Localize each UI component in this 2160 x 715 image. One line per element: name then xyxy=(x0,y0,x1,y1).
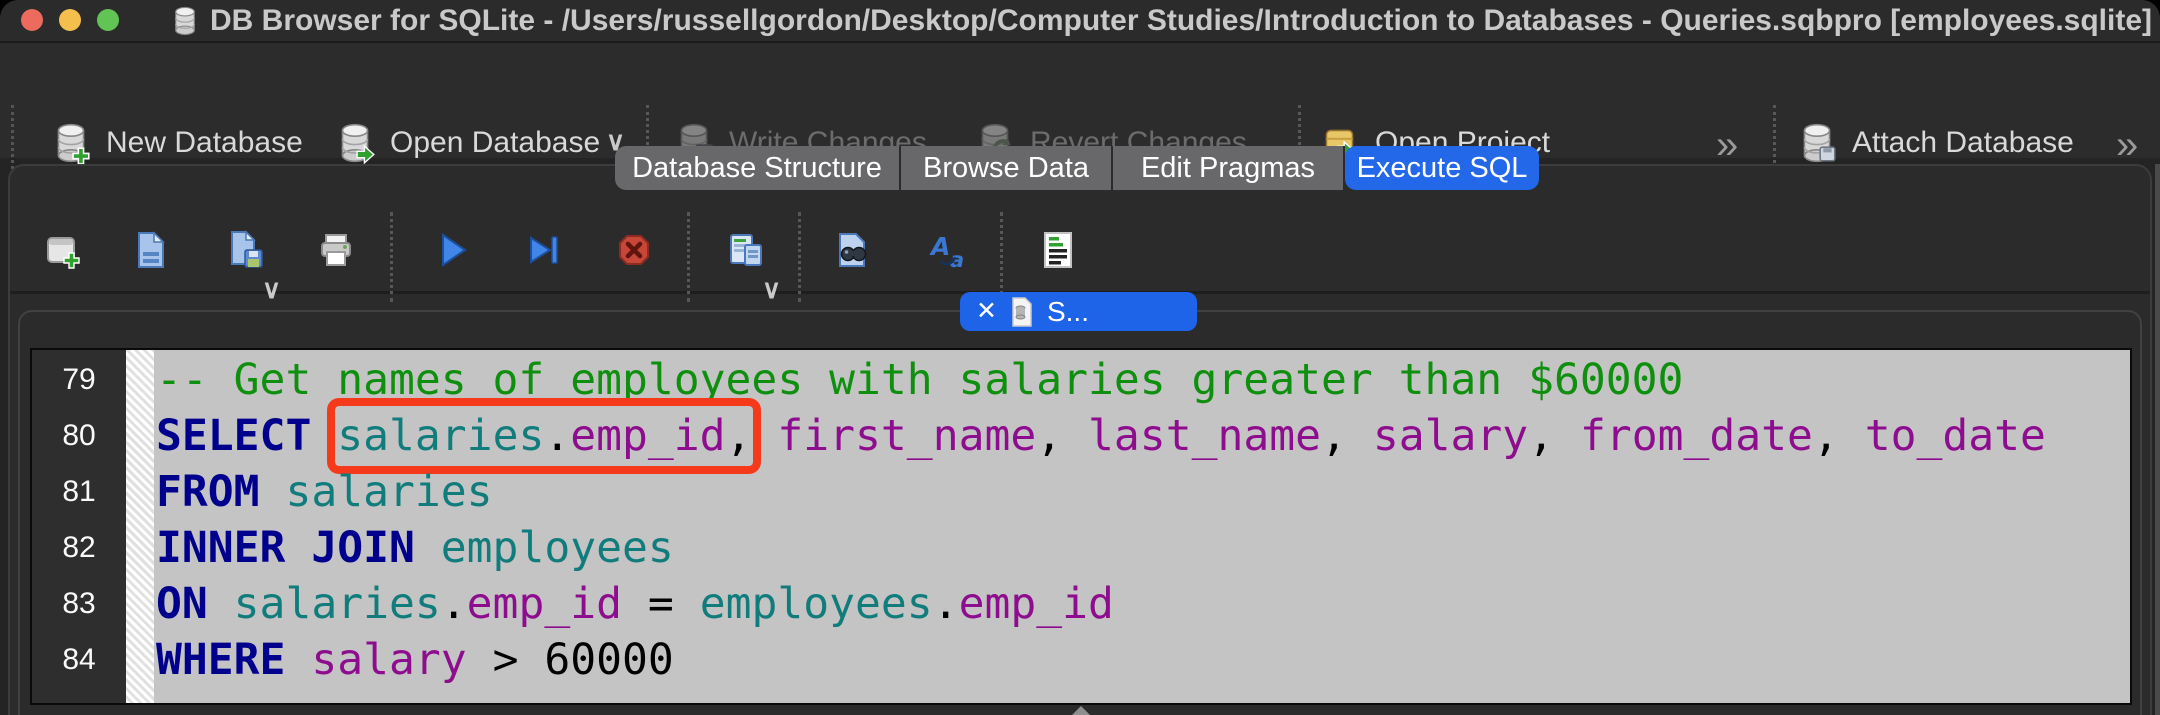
close-tab-icon[interactable]: ✕ xyxy=(976,299,997,324)
new-database-button[interactable]: New Database xyxy=(48,116,303,170)
line-number: 82 xyxy=(32,520,126,576)
find-text-icon xyxy=(830,228,874,272)
toolbar-overflow-button[interactable]: » xyxy=(2116,123,2134,168)
code-line[interactable]: SELECT salaries.emp_id, first_name, last… xyxy=(156,408,2130,464)
fold-margin xyxy=(126,350,154,703)
open-sql-tab-button[interactable] xyxy=(41,228,85,272)
database-icon xyxy=(168,4,202,38)
sql-toolbar-separator xyxy=(687,212,690,302)
database-attach-icon xyxy=(1794,120,1840,166)
execute-all-icon xyxy=(430,228,474,272)
code-line[interactable]: INNER JOIN employees xyxy=(156,520,2130,576)
save-results-icon xyxy=(724,228,768,272)
view-tabs: Database Structure Browse Data Edit Prag… xyxy=(615,146,1539,190)
database-new-icon xyxy=(48,120,94,166)
sql-file-tab[interactable]: ✕ S... xyxy=(960,292,1197,331)
database-open-icon xyxy=(332,120,378,166)
print-button[interactable] xyxy=(314,228,358,272)
window-title: DB Browser for SQLite - /Users/russellgo… xyxy=(210,4,2152,38)
tab-execute-sql[interactable]: Execute SQL xyxy=(1345,146,1539,190)
open-sql-file-button[interactable] xyxy=(128,228,172,272)
save-sql-file-button[interactable] xyxy=(223,228,267,272)
sql-toolbar-separator xyxy=(390,212,393,302)
svg-text:A: A xyxy=(929,232,950,261)
save-results-dropdown-chevron-icon[interactable]: ∨ xyxy=(762,274,781,305)
stop-execution-icon xyxy=(612,228,656,272)
sql-log-icon xyxy=(1036,228,1080,272)
save-sql-file-icon xyxy=(223,228,267,272)
minimize-window-button[interactable] xyxy=(59,9,81,31)
zoom-window-button[interactable] xyxy=(97,9,119,31)
line-number-gutter: 798081828384 xyxy=(32,350,126,703)
sql-tab-label: S... xyxy=(1047,296,1089,328)
execute-all-button[interactable] xyxy=(430,228,474,272)
open-sql-tab-icon xyxy=(41,228,85,272)
execute-current-line-icon xyxy=(522,228,566,272)
stop-execution-button[interactable] xyxy=(612,228,656,272)
save-results-button[interactable] xyxy=(724,228,768,272)
sql-document-icon xyxy=(1010,297,1034,327)
print-icon xyxy=(314,228,358,272)
sql-log-button[interactable] xyxy=(1036,228,1080,272)
code-line[interactable]: -- Get names of employees with salaries … xyxy=(156,352,2130,408)
app-window: DB Browser for SQLite - /Users/russellgo… xyxy=(0,0,2160,715)
close-window-button[interactable] xyxy=(21,9,43,31)
code-line[interactable]: FROM salaries xyxy=(156,464,2130,520)
highlight-box: salaries.emp_id, xyxy=(337,408,751,464)
sql-editor[interactable]: 798081828384 -- Get names of employees w… xyxy=(30,348,2132,705)
code-line[interactable]: WHERE salary > 60000 xyxy=(156,632,2130,688)
titlebar: DB Browser for SQLite - /Users/russellgo… xyxy=(0,0,2160,43)
attach-database-button[interactable]: Attach Database xyxy=(1794,116,2074,170)
open-database-label: Open Database xyxy=(390,126,600,160)
sql-toolbar-separator xyxy=(798,212,801,302)
splitter-handle-icon[interactable] xyxy=(1072,706,1090,715)
replace-text-icon: A a xyxy=(928,228,972,272)
code-lines[interactable]: -- Get names of employees with salaries … xyxy=(154,350,2130,703)
attach-database-label: Attach Database xyxy=(1852,126,2074,160)
replace-text-button[interactable]: A a xyxy=(928,228,972,272)
tab-database-structure[interactable]: Database Structure xyxy=(615,146,901,190)
line-number: 81 xyxy=(32,464,126,520)
line-number: 79 xyxy=(32,352,126,408)
main-toolbar: New Database Open Database ∨ Write Chang… xyxy=(0,43,2160,158)
window-edge xyxy=(2155,164,2160,715)
tab-browse-data[interactable]: Browse Data xyxy=(901,146,1113,190)
find-text-button[interactable] xyxy=(830,228,874,272)
code-line[interactable]: ON salaries.emp_id = employees.emp_id xyxy=(156,576,2130,632)
open-database-button[interactable]: Open Database xyxy=(332,116,600,170)
line-number: 84 xyxy=(32,632,126,688)
new-database-label: New Database xyxy=(106,126,303,160)
tab-edit-pragmas[interactable]: Edit Pragmas xyxy=(1113,146,1345,190)
line-number: 80 xyxy=(32,408,126,464)
toolbar-overflow-button[interactable]: » xyxy=(1716,123,1734,168)
save-sql-dropdown-chevron-icon[interactable]: ∨ xyxy=(262,274,281,305)
execute-current-line-button[interactable] xyxy=(522,228,566,272)
line-number: 83 xyxy=(32,576,126,632)
sql-toolbar-separator xyxy=(1000,212,1003,302)
open-sql-file-icon xyxy=(128,228,172,272)
